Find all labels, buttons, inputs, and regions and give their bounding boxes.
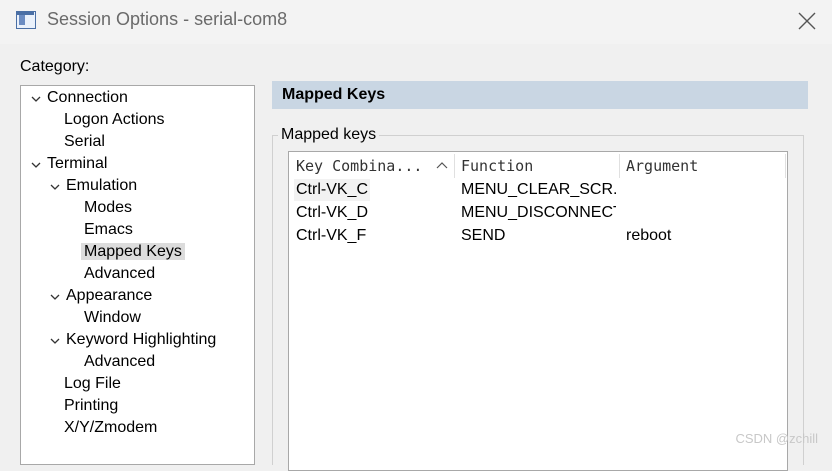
category-tree[interactable]: Connection Logon Actions Serial Terminal… — [20, 85, 255, 465]
tree-item-label: Appearance — [66, 287, 153, 304]
tree-item-keyword-highlighting[interactable]: Keyword Highlighting — [44, 329, 219, 351]
chevron-down-icon[interactable] — [50, 336, 60, 346]
column-separator[interactable] — [454, 154, 455, 178]
column-header-key[interactable]: Key Combina... — [296, 154, 436, 178]
cell-argument[interactable] — [626, 202, 776, 224]
tree-item-modes[interactable]: Modes — [81, 197, 135, 219]
tree-item-label: Connection — [47, 89, 128, 106]
tree-item-label: Window — [84, 309, 141, 326]
column-header-argument[interactable]: Argument — [626, 154, 776, 178]
tree-item-xyzmodem[interactable]: X/Y/Zmodem — [61, 417, 160, 439]
chevron-down-icon[interactable] — [31, 160, 41, 170]
tree-item-label: Advanced — [84, 265, 156, 282]
tree-item-advanced-highlighting[interactable]: Advanced — [81, 351, 158, 373]
group-label: Mapped keys — [278, 126, 380, 144]
chevron-down-icon[interactable] — [50, 182, 60, 192]
mapped-keys-list[interactable]: Key Combina... Function Argument Ctrl-VK… — [288, 151, 788, 471]
title-bar: Session Options - serial-com8 — [0, 0, 832, 44]
cell-argument[interactable] — [626, 179, 776, 201]
tree-item-label: X/Y/Zmodem — [64, 419, 158, 436]
tree-item-mapped-keys[interactable]: Mapped Keys — [81, 241, 185, 263]
cell-function[interactable]: SEND — [461, 225, 616, 247]
section-title: Mapped Keys — [282, 86, 386, 103]
tree-item-advanced[interactable]: Advanced — [81, 263, 158, 285]
column-header-function[interactable]: Function — [461, 154, 616, 178]
tree-item-label: Emulation — [66, 177, 138, 194]
window-title: Session Options - serial-com8 — [47, 9, 288, 29]
tree-item-label: Keyword Highlighting — [66, 331, 217, 348]
tree-item-label: Terminal — [47, 155, 108, 172]
tree-item-label: Modes — [84, 199, 133, 216]
column-separator[interactable] — [619, 154, 620, 178]
close-button[interactable] — [792, 6, 822, 36]
column-separator[interactable] — [785, 154, 786, 178]
tree-item-label: Advanced — [84, 353, 156, 370]
tree-item-printing[interactable]: Printing — [61, 395, 121, 417]
tree-item-logon-actions[interactable]: Logon Actions — [61, 109, 168, 131]
tree-item-log-file[interactable]: Log File — [61, 373, 124, 395]
cell-argument[interactable]: reboot — [626, 225, 776, 247]
close-icon — [798, 12, 816, 30]
cell-function[interactable]: MENU_CLEAR_SCR... — [461, 179, 616, 201]
tree-item-label: Serial — [64, 133, 105, 150]
tree-item-serial[interactable]: Serial — [61, 131, 108, 153]
app-icon — [16, 11, 36, 29]
tree-item-label: Log File — [64, 375, 121, 392]
cell-key[interactable]: Ctrl-VK_C — [296, 179, 451, 201]
cell-key[interactable]: Ctrl-VK_D — [296, 202, 451, 224]
tree-item-connection[interactable]: Connection — [25, 87, 131, 109]
watermark: CSDN @zchill — [735, 431, 818, 446]
chevron-down-icon[interactable] — [31, 94, 41, 104]
tree-item-label: Logon Actions — [64, 111, 165, 128]
tree-item-terminal[interactable]: Terminal — [25, 153, 110, 175]
tree-item-window[interactable]: Window — [81, 307, 144, 329]
tree-item-appearance[interactable]: Appearance — [44, 285, 155, 307]
tree-item-label: Emacs — [84, 221, 133, 238]
tree-item-label: Mapped Keys — [81, 243, 185, 260]
tree-item-label: Printing — [64, 397, 119, 414]
sort-ascending-icon — [436, 162, 448, 169]
cell-key[interactable]: Ctrl-VK_F — [296, 225, 451, 247]
category-label: Category: — [20, 58, 90, 75]
tree-item-emulation[interactable]: Emulation — [44, 175, 140, 197]
chevron-down-icon[interactable] — [50, 292, 60, 302]
cell-function[interactable]: MENU_DISCONNECT — [461, 202, 616, 224]
tree-item-emacs[interactable]: Emacs — [81, 219, 136, 241]
section-header: Mapped Keys — [272, 81, 808, 109]
